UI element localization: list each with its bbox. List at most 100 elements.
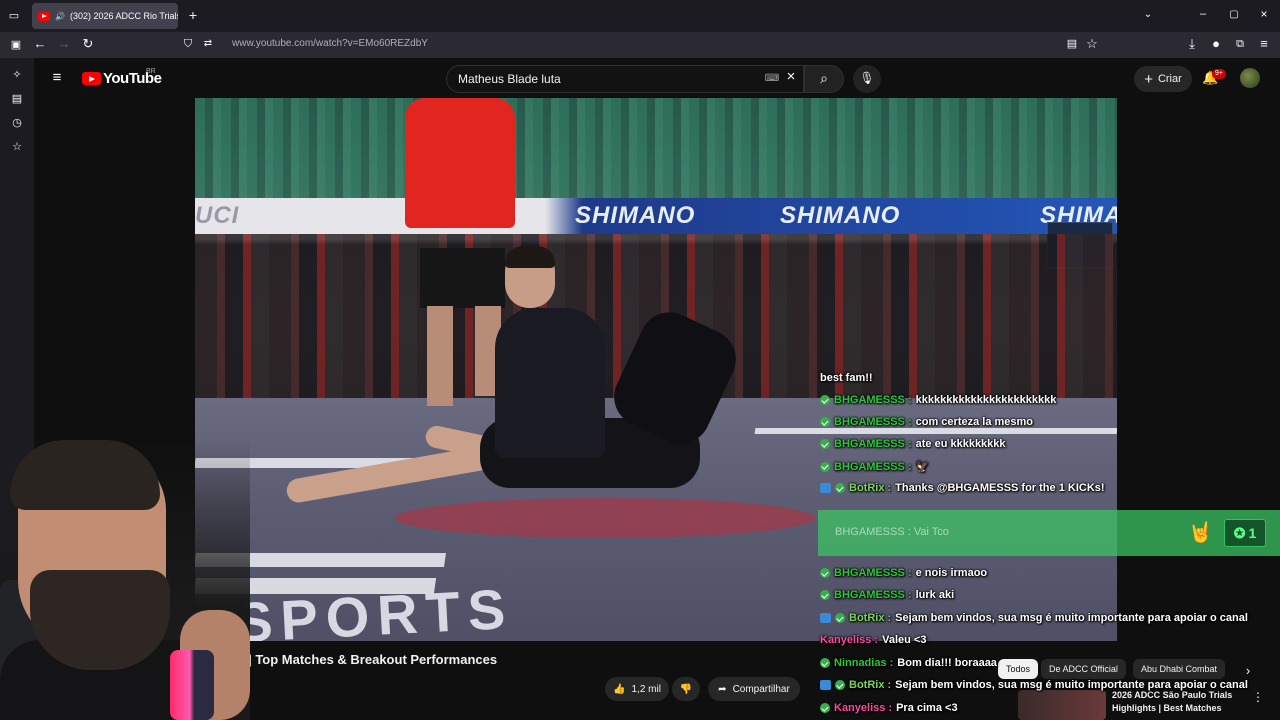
country-code: BR	[146, 68, 156, 75]
voice-search-button[interactable]: 🎙	[853, 65, 881, 93]
chat-text: Sejam bem vindos, sua msg é muito import…	[895, 679, 1248, 691]
dislike-button[interactable]: 👎	[672, 677, 700, 701]
chat-text: Thanks @BHGAMESSS for the 1 KICKs!	[895, 482, 1105, 494]
chat-message: BotRix : Sejam bem vindos, sua msg é muit…	[820, 679, 1248, 691]
recommended-thumbnail[interactable]	[1018, 690, 1106, 720]
tab-overflow-chevron-icon[interactable]: ⌄	[1140, 8, 1156, 22]
microphone	[170, 650, 214, 720]
chip-label: De ADCC Official	[1049, 664, 1118, 674]
kick-count-badge: ✪ 1	[1224, 519, 1266, 547]
keyboard-icon[interactable]: ⌨	[764, 72, 780, 86]
chat-username[interactable]: BHGAMESSS :	[834, 461, 912, 473]
extensions-icon[interactable]: ⧉	[1232, 37, 1248, 51]
window-close-icon[interactable]: ×	[1256, 7, 1272, 21]
chat-message: Kanyeliss : Pra cima <3	[820, 702, 958, 714]
chat-message: BHGAMESSS : lurk aki	[820, 589, 954, 601]
chevron-right-icon[interactable]: ›	[1240, 664, 1256, 678]
create-label: Criar	[1157, 73, 1182, 85]
share-label: Compartilhar	[732, 683, 790, 695]
streamer-webcam	[0, 440, 250, 720]
ai-sparkle-icon[interactable]: ✧	[9, 68, 25, 82]
account-icon[interactable]: ●	[1208, 37, 1224, 51]
browser-tab-active[interactable]: 🔊 (302) 2026 ADCC Rio Trials ×	[32, 3, 178, 29]
plus-icon: +	[1144, 70, 1153, 88]
chat-username[interactable]: Kanyeliss :	[834, 702, 892, 714]
history-icon[interactable]: ◷	[9, 116, 25, 130]
youtube-logo-icon[interactable]	[82, 72, 101, 85]
chat-username[interactable]: BHGAMESSS :	[834, 567, 912, 579]
chat-text: Valeu <3	[882, 634, 927, 646]
chip-label: Todos	[1006, 664, 1031, 674]
bookmarks-icon[interactable]: ☆	[9, 140, 25, 154]
share-button[interactable]: ➦ Compartilhar	[708, 677, 800, 701]
streamer-beard	[30, 570, 170, 670]
chat-username[interactable]: Ninnadias :	[834, 657, 893, 669]
bot-badge-icon	[820, 483, 831, 493]
recommended-title[interactable]: 2026 ADCC São Paulo Trials Highlights | …	[1112, 689, 1232, 715]
chat-text: kkkkkkkkkkkkkkkkkkkkkkk	[915, 394, 1057, 406]
chat-message: BotRix : Sejam bem vindos, sua msg é muit…	[820, 612, 1248, 624]
reader-view-icon[interactable]: ▤	[1064, 37, 1080, 51]
bot-badge-icon	[820, 613, 831, 623]
arena-stands	[195, 98, 1117, 208]
chat-message: BHGAMESSS : com certeza la mesmo	[820, 416, 1033, 428]
chip-topic[interactable]: Abu Dhabi Combat	[1133, 659, 1226, 679]
clear-search-icon[interactable]: ×	[783, 69, 799, 84]
verified-badge-icon	[820, 568, 830, 578]
search-query[interactable]: Matheus Blade luta	[458, 72, 561, 86]
browser-tab-bar: ▭ 🔊 (302) 2026 ADCC Rio Trials × + ⌄ – ▢…	[0, 0, 1280, 32]
chat-message: Kanyeliss : Valeu <3	[820, 634, 926, 646]
chat-text: e nois irmaoo	[915, 567, 988, 579]
chat-username[interactable]: Kanyeliss :	[820, 634, 878, 646]
forward-icon[interactable]: →	[56, 37, 72, 51]
chip-all[interactable]: Todos	[998, 659, 1039, 679]
chat-username[interactable]: BHGAMESSS :	[834, 438, 912, 450]
address-bar[interactable]: www.youtube.com/watch?v=EMo60REZdbY	[232, 38, 428, 49]
verified-badge-icon	[820, 461, 830, 472]
new-tab-icon[interactable]: +	[185, 8, 201, 22]
chat-text: Pra cima <3	[896, 702, 958, 714]
chat-username[interactable]: BotRix :	[849, 679, 891, 691]
thumbs-up-icon: 👍	[613, 683, 626, 695]
search-button[interactable]: ⌕	[804, 65, 844, 93]
hamburger-menu-icon[interactable]: ≡	[49, 70, 65, 85]
chat-username[interactable]: BotRix :	[849, 482, 891, 494]
reload-icon[interactable]: ↻	[80, 37, 96, 51]
chip-channel[interactable]: De ADCC Official	[1041, 659, 1126, 679]
maximize-icon[interactable]: ▢	[1226, 8, 1242, 22]
banner-text-1: SHIMANO	[575, 202, 696, 229]
banner-text-left: UCI	[195, 202, 240, 229]
rock-hand-icon: 🤘	[1188, 522, 1213, 544]
downloads-icon[interactable]: ⤓	[1184, 37, 1200, 51]
tab-title: (302) 2026 ADCC Rio Trials	[69, 11, 178, 21]
avatar[interactable]	[1240, 68, 1260, 88]
chat-username[interactable]: BHGAMESSS :	[834, 416, 912, 428]
like-button[interactable]: 👍 1,2 mil	[605, 677, 669, 701]
chat-text: ate eu kkkkkkkkk	[915, 438, 1006, 450]
referee-leg	[427, 306, 453, 406]
permissions-icon[interactable]: ⇄	[200, 37, 216, 51]
verified-badge-icon	[835, 680, 845, 690]
shield-icon[interactable]: ⛉	[180, 37, 196, 51]
bookmark-star-icon[interactable]: ☆	[1084, 37, 1100, 51]
chip-label: Abu Dhabi Combat	[1141, 664, 1218, 674]
chat-message: Ninnadias : Bom dia!!! boraaaa	[820, 657, 997, 669]
chat-text: com certeza la mesmo	[915, 416, 1034, 428]
reading-list-icon[interactable]: ▤	[9, 92, 25, 106]
video-player[interactable]: UCI SHIMANO SHIMANO SHIMA SPORTS	[195, 98, 1117, 641]
sidebar-toggle-icon[interactable]: ▣	[8, 38, 24, 52]
more-options-icon[interactable]: ⋮	[1250, 690, 1266, 704]
chat-message: BotRix : Thanks @BHGAMESSS for the 1 KICK…	[820, 482, 1105, 494]
back-icon[interactable]: ←	[32, 37, 48, 51]
create-button[interactable]: + Criar	[1134, 66, 1192, 92]
fighter-top	[495, 308, 605, 458]
minimize-icon[interactable]: –	[1195, 7, 1211, 21]
chat-username[interactable]: BotRix :	[849, 612, 891, 624]
fighter-hair	[505, 246, 555, 268]
menu-icon[interactable]: ≡	[1256, 37, 1272, 51]
speaker-icon[interactable]: 🔊	[55, 12, 65, 21]
tab-list-icon[interactable]: ▭	[6, 9, 22, 23]
chat-username[interactable]: BHGAMESSS :	[834, 394, 912, 406]
verified-badge-icon	[820, 439, 830, 449]
chat-username[interactable]: BHGAMESSS :	[834, 589, 912, 601]
